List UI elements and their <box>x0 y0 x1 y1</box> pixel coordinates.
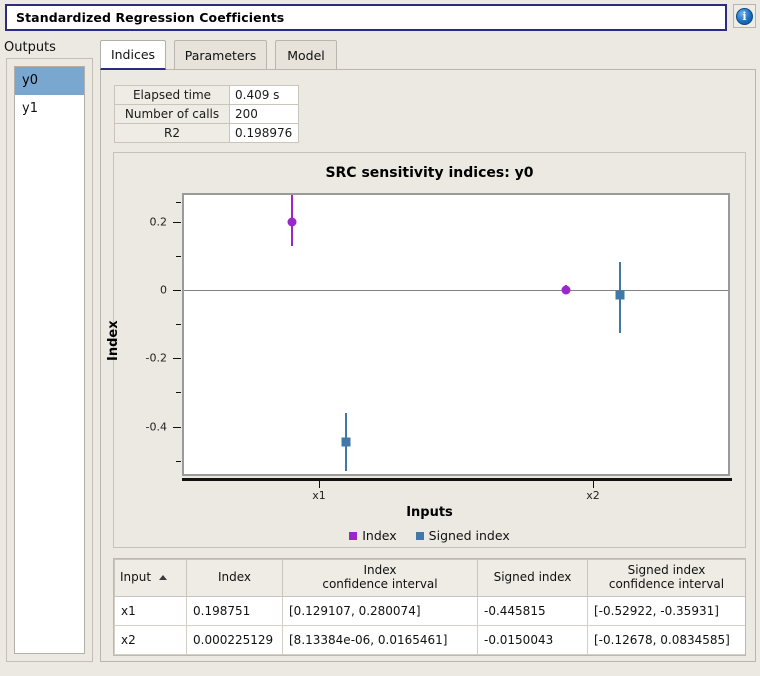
chart-legend: Index Signed index <box>114 528 745 543</box>
column-header-text: confidence interval <box>593 578 740 592</box>
summary-key: Elapsed time <box>115 86 230 105</box>
y-tick-label: -0.2 <box>146 352 167 365</box>
cell-signed-index: -0.445815 <box>478 597 588 626</box>
cell-signed-index-ci: [-0.52922, -0.35931] <box>588 597 746 626</box>
column-header-text: Signed index <box>593 564 740 578</box>
table-header-row: InputIndexIndexconfidence intervalSigned… <box>115 560 746 597</box>
x-tick-label-x2: x2 <box>586 489 600 502</box>
chart-y-axis-label: Index <box>106 320 121 361</box>
cell-input: x1 <box>115 597 187 626</box>
y-minor-tick-mark <box>176 202 181 203</box>
legend-item-signed-index: Signed index <box>416 528 510 543</box>
tab-parameters[interactable]: Parameters <box>174 40 267 70</box>
data-point-signed-index-x2 <box>616 291 625 300</box>
legend-item-index: Index <box>349 528 396 543</box>
column-header-text: Index <box>192 571 277 585</box>
x-tick-mark <box>593 481 594 488</box>
column-header-text: Input <box>120 571 181 585</box>
y-tick-mark <box>173 358 181 359</box>
window-title-bar: Standardized Regression Coefficients <box>5 4 727 31</box>
legend-swatch <box>416 532 424 540</box>
summary-value: 0.198976 <box>230 124 299 143</box>
indices-table-container[interactable]: InputIndexIndexconfidence intervalSigned… <box>113 558 746 656</box>
summary-table: Elapsed time0.409 sNumber of calls200R20… <box>114 85 299 143</box>
column-header-index[interactable]: Index <box>187 560 283 597</box>
y-tick-mark <box>173 427 181 428</box>
zero-reference-line <box>184 290 728 291</box>
y-tick-label: 0.2 <box>150 215 168 228</box>
plot-area <box>182 193 730 476</box>
y-minor-tick-mark <box>176 256 181 257</box>
page-title: Standardized Regression Coefficients <box>7 10 284 25</box>
cell-input: x2 <box>115 626 187 655</box>
x-tick-label-x1: x1 <box>312 489 326 502</box>
legend-swatch <box>349 532 357 540</box>
summary-row: R20.198976 <box>115 124 299 143</box>
summary-value: 200 <box>230 105 299 124</box>
summary-row: Number of calls200 <box>115 105 299 124</box>
y-minor-tick-mark <box>176 392 181 393</box>
column-header-signed-index[interactable]: Signed index <box>478 560 588 597</box>
outputs-label: Outputs <box>4 40 56 55</box>
y-tick-label: -0.4 <box>146 420 167 433</box>
data-point-signed-index-x1 <box>342 438 351 447</box>
application-window: Standardized Regression Coefficients i O… <box>0 0 760 676</box>
x-axis-line <box>182 478 732 481</box>
outputs-list[interactable]: y0y1 <box>14 66 85 654</box>
cell-index-ci: [0.129107, 0.280074] <box>283 597 478 626</box>
summary-row: Elapsed time0.409 s <box>115 86 299 105</box>
table-row[interactable]: x20.000225129[8.13384e-06, 0.0165461]-0.… <box>115 626 746 655</box>
tab-model[interactable]: Model <box>275 40 337 70</box>
tab-bar: Indices Parameters Model <box>100 40 756 70</box>
cell-signed-index: -0.0150043 <box>478 626 588 655</box>
y-tick-label: 0 <box>160 284 167 297</box>
indices-table: InputIndexIndexconfidence intervalSigned… <box>114 559 746 655</box>
chart-title: SRC sensitivity indices: y0 <box>114 165 745 181</box>
column-header-input[interactable]: Input <box>115 560 187 597</box>
output-item-y0[interactable]: y0 <box>15 67 84 95</box>
table-row[interactable]: x10.198751[0.129107, 0.280074]-0.445815[… <box>115 597 746 626</box>
y-tick-mark <box>173 222 181 223</box>
info-button[interactable]: i <box>733 4 756 28</box>
summary-key: R2 <box>115 124 230 143</box>
summary-key: Number of calls <box>115 105 230 124</box>
chart-panel: SRC sensitivity indices: y0 Index 0.2 0 -0… <box>113 152 746 548</box>
data-point-index-x2 <box>561 286 570 295</box>
data-point-index-x1 <box>287 218 296 227</box>
cell-index: 0.198751 <box>187 597 283 626</box>
summary-value: 0.409 s <box>230 86 299 105</box>
info-icon: i <box>736 8 753 25</box>
legend-label: Signed index <box>429 528 510 543</box>
column-header-signed-index-confidence-interval[interactable]: Signed indexconfidence interval <box>588 560 746 597</box>
y-tick-mark <box>173 290 181 291</box>
tab-indices[interactable]: Indices <box>100 40 166 70</box>
sort-ascending-icon <box>159 575 167 580</box>
y-minor-tick-mark <box>176 461 181 462</box>
output-item-y1[interactable]: y1 <box>15 95 84 123</box>
chart-x-axis-label: Inputs <box>114 505 745 520</box>
column-header-text: confidence interval <box>288 578 472 592</box>
cell-index: 0.000225129 <box>187 626 283 655</box>
legend-label: Index <box>362 528 396 543</box>
x-tick-mark <box>319 481 320 488</box>
column-header-text: Index <box>288 564 472 578</box>
cell-signed-index-ci: [-0.12678, 0.0834585] <box>588 626 746 655</box>
y-minor-tick-mark <box>176 324 181 325</box>
column-header-index-confidence-interval[interactable]: Indexconfidence interval <box>283 560 478 597</box>
cell-index-ci: [8.13384e-06, 0.0165461] <box>283 626 478 655</box>
column-header-text: Signed index <box>483 571 582 585</box>
